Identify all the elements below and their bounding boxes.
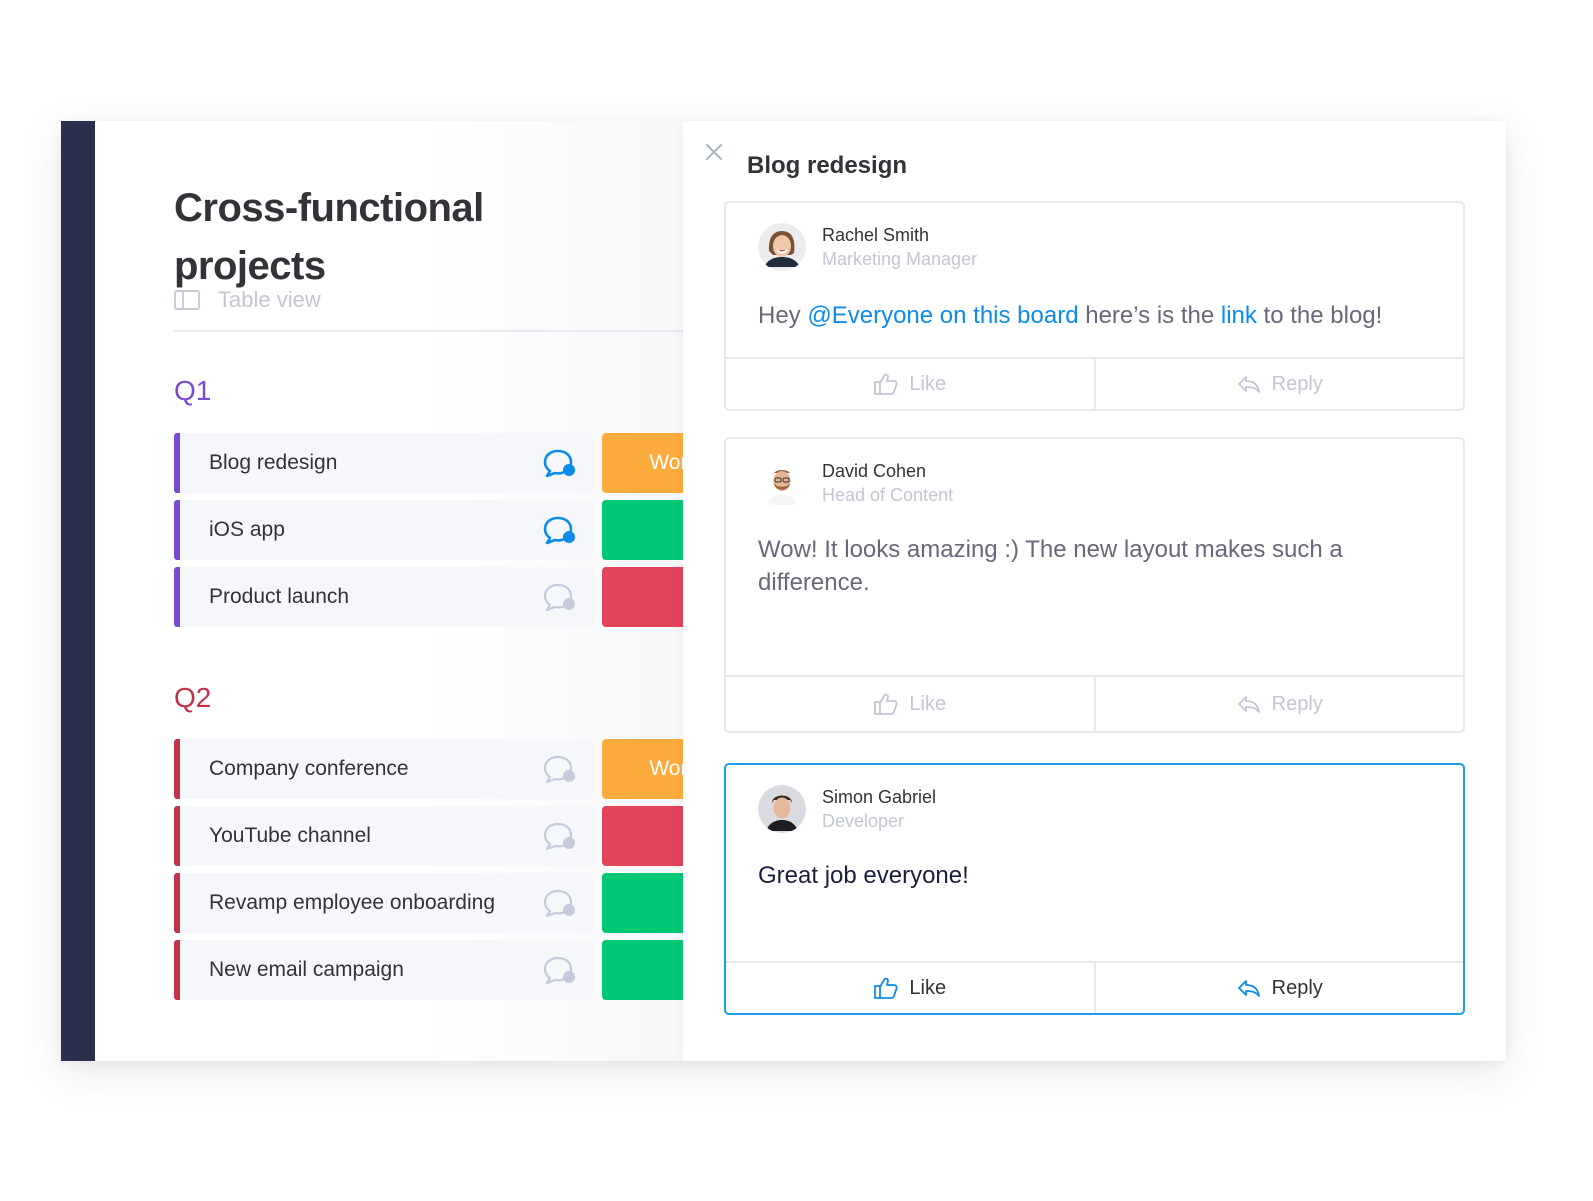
update-author: Rachel Smith Marketing Manager	[758, 223, 977, 271]
update-card: David Cohen Head of Content Wow! It look…	[724, 437, 1465, 733]
like-button[interactable]: Like	[726, 359, 1094, 409]
author-role: Head of Content	[822, 485, 954, 505]
item-name[interactable]: Revamp employee onboarding	[209, 891, 542, 915]
update-card-active: Simon Gabriel Developer Great job everyo…	[724, 763, 1465, 1015]
group-q2-rows: Company conference Worki YouTube channel…	[174, 739, 683, 1007]
updates-bubble-icon[interactable]	[542, 887, 576, 919]
author-name[interactable]: David Cohen	[822, 459, 953, 483]
like-button[interactable]: Like	[726, 677, 1094, 731]
board-title: Cross-functional projects	[174, 186, 484, 288]
table-row[interactable]: YouTube channel S	[174, 806, 683, 866]
status-cell[interactable]: S	[602, 806, 683, 866]
close-icon[interactable]	[703, 141, 725, 163]
table-row[interactable]: iOS app D	[174, 500, 683, 560]
updates-bubble-icon[interactable]	[542, 581, 576, 613]
status-cell[interactable]: Worki	[602, 739, 683, 799]
author-name[interactable]: Simon Gabriel	[822, 785, 936, 809]
reply-button[interactable]: Reply	[1093, 359, 1464, 409]
group-color-bar	[174, 873, 180, 933]
left-navigation-rail	[61, 121, 95, 1061]
status-cell[interactable]: S	[602, 567, 683, 627]
update-actions: Like Reply	[726, 357, 1463, 409]
group-q1-rows: Blog redesign Worki iOS app D Product la…	[174, 433, 683, 634]
item-name[interactable]: New email campaign	[209, 958, 542, 982]
avatar[interactable]	[758, 459, 806, 507]
update-card: Rachel Smith Marketing Manager Hey @Ever…	[724, 201, 1465, 411]
avatar[interactable]	[758, 785, 806, 833]
group-color-bar	[174, 940, 180, 1000]
group-color-bar	[174, 500, 180, 560]
reply-button[interactable]: Reply	[1093, 677, 1464, 731]
item-name[interactable]: YouTube channel	[209, 824, 542, 848]
like-button[interactable]: Like	[726, 963, 1094, 1013]
blog-link[interactable]: link	[1221, 302, 1257, 329]
app-window: Cross-functional projects Table view Q1 …	[61, 121, 1506, 1061]
divider	[174, 330, 683, 332]
view-selector[interactable]: Table view	[174, 287, 321, 313]
mention-link[interactable]: @Everyone on this board	[807, 302, 1078, 329]
table-row[interactable]: Blog redesign Worki	[174, 433, 683, 493]
update-author: Simon Gabriel Developer	[758, 785, 936, 833]
group-color-bar	[174, 567, 180, 627]
updates-panel: Blog redesign Rachel Smith Marketing Man…	[683, 121, 1506, 1061]
group-color-bar	[174, 806, 180, 866]
item-name[interactable]: Product launch	[209, 585, 542, 609]
thumbs-up-icon	[874, 977, 898, 999]
status-cell[interactable]: D	[602, 940, 683, 1000]
table-row[interactable]: Company conference Worki	[174, 739, 683, 799]
update-message: Great job everyone!	[758, 862, 969, 889]
status-cell[interactable]: D	[602, 500, 683, 560]
group-color-bar	[174, 739, 180, 799]
avatar[interactable]	[758, 223, 806, 271]
author-name[interactable]: Rachel Smith	[822, 223, 977, 247]
update-actions: Like Reply	[726, 675, 1463, 731]
item-name[interactable]: Blog redesign	[209, 451, 542, 475]
table-row[interactable]: Revamp employee onboarding D	[174, 873, 683, 933]
update-message: Hey @Everyone on this board here’s is th…	[758, 302, 1383, 329]
table-view-icon	[174, 290, 200, 310]
reply-arrow-icon	[1237, 376, 1260, 393]
view-label: Table view	[218, 287, 321, 312]
status-cell[interactable]: D	[602, 873, 683, 933]
item-name[interactable]: Company conference	[209, 757, 542, 781]
author-role: Developer	[822, 811, 905, 831]
item-name[interactable]: iOS app	[209, 518, 542, 542]
updates-bubble-icon[interactable]	[542, 820, 576, 852]
thumbs-up-icon	[874, 373, 898, 395]
thumbs-up-icon	[874, 693, 898, 715]
table-row[interactable]: New email campaign D	[174, 940, 683, 1000]
reply-arrow-icon	[1237, 980, 1260, 997]
status-cell[interactable]: Worki	[602, 433, 683, 493]
updates-bubble-icon[interactable]	[542, 514, 576, 546]
group-title-q2[interactable]: Q2	[174, 682, 211, 714]
reply-arrow-icon	[1237, 696, 1260, 713]
group-color-bar	[174, 433, 180, 493]
reply-button[interactable]: Reply	[1093, 963, 1464, 1013]
panel-title: Blog redesign	[747, 152, 908, 179]
update-message: Wow! It looks amazing :) The new layout …	[758, 536, 1343, 596]
updates-bubble-icon[interactable]	[542, 954, 576, 986]
group-title-q1[interactable]: Q1	[174, 375, 211, 407]
update-author: David Cohen Head of Content	[758, 459, 953, 507]
table-row[interactable]: Product launch S	[174, 567, 683, 627]
updates-bubble-icon[interactable]	[542, 753, 576, 785]
author-role: Marketing Manager	[822, 249, 978, 269]
updates-bubble-icon[interactable]	[542, 447, 576, 479]
board-view: Cross-functional projects Table view Q1 …	[95, 121, 683, 1061]
update-actions: Like Reply	[726, 961, 1463, 1013]
